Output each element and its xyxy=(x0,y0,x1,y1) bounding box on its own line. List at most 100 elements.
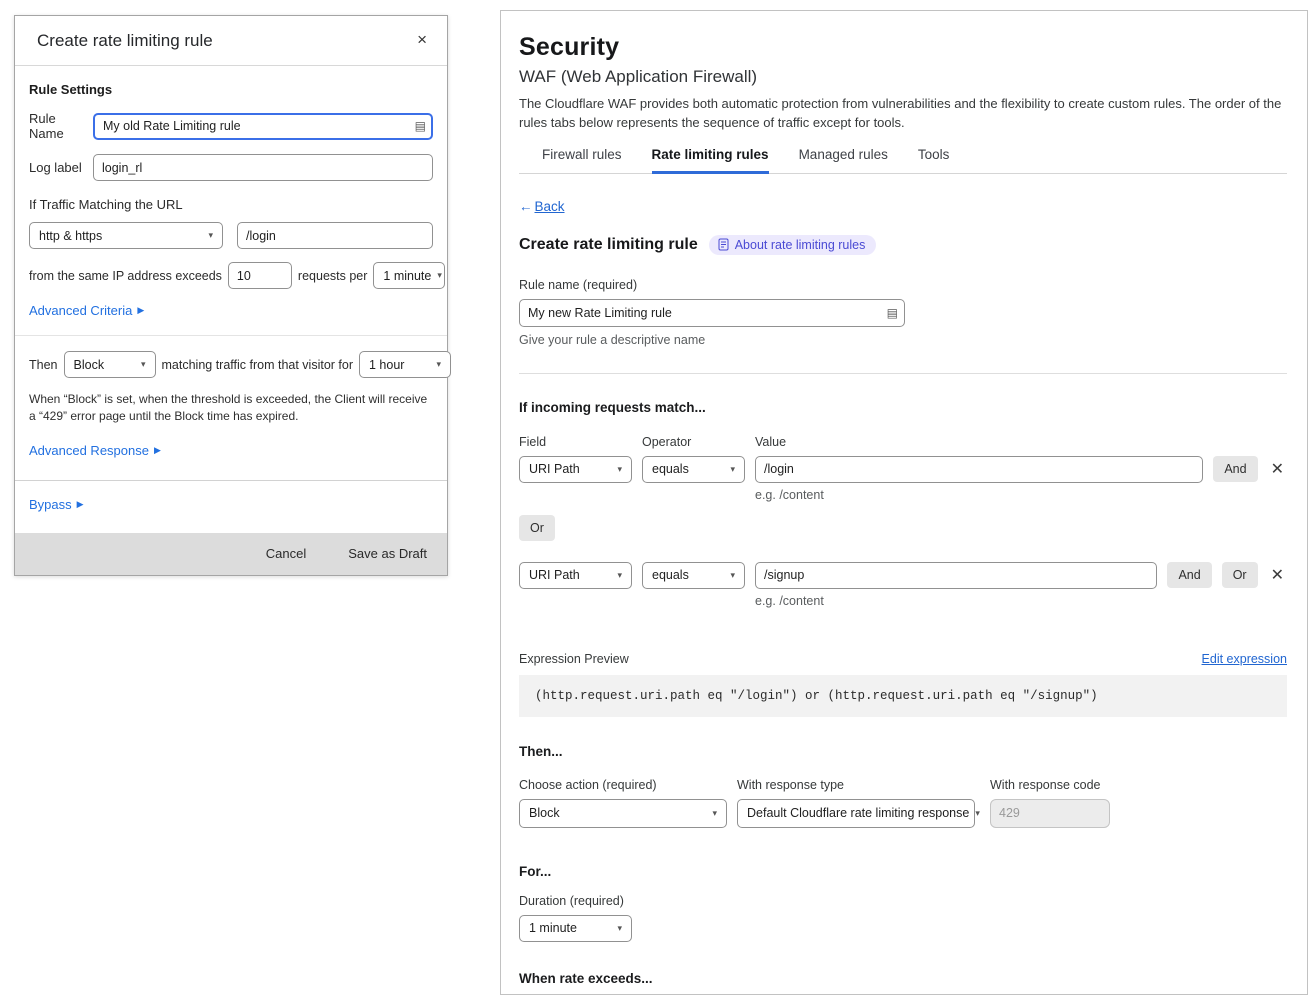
then-row: Then Block ▾ matching traffic from that … xyxy=(29,351,433,378)
value-input[interactable] xyxy=(755,456,1203,483)
waf-tabs: Firewall rules Rate limiting rules Manag… xyxy=(519,147,1287,174)
save-as-draft-button[interactable]: Save as Draft xyxy=(348,546,427,561)
then-controls-row: Block ▾ Default Cloudflare rate limiting… xyxy=(519,799,1287,828)
or-button[interactable]: Or xyxy=(1222,562,1258,588)
block-duration-select[interactable]: 1 hour ▾ xyxy=(359,351,451,378)
chevron-down-icon: ▾ xyxy=(617,570,622,581)
cancel-button[interactable]: Cancel xyxy=(266,546,306,561)
condition-column-labels: Field Operator Value xyxy=(519,435,1287,449)
chevron-down-icon: ▾ xyxy=(437,270,442,281)
autofill-extension-icon[interactable]: ▤ xyxy=(415,120,426,132)
expression-preview-row: Expression Preview Edit expression xyxy=(519,652,1287,666)
chevron-down-icon: ▾ xyxy=(436,359,441,370)
advanced-response-link[interactable]: Advanced Response ▶ xyxy=(29,443,161,458)
chevron-down-icon: ▾ xyxy=(617,464,622,475)
advanced-criteria-link[interactable]: Advanced Criteria ▶ xyxy=(29,303,144,318)
page-subtitle: WAF (Web Application Firewall) xyxy=(519,67,1287,87)
response-type-label: With response type xyxy=(737,778,990,792)
rule-name-label: Rule Name xyxy=(29,111,93,141)
divider xyxy=(519,373,1287,374)
condition-row: URI Path ▾ equals ▾ And Or ✕ xyxy=(519,562,1287,589)
period-select[interactable]: 1 minute ▾ xyxy=(373,262,445,289)
field-select[interactable]: URI Path ▾ xyxy=(519,562,632,589)
field-select[interactable]: URI Path ▾ xyxy=(519,456,632,483)
operator-select[interactable]: equals ▾ xyxy=(642,456,745,483)
tab-firewall-rules[interactable]: Firewall rules xyxy=(542,147,622,174)
divider xyxy=(15,335,447,336)
response-code-label: With response code xyxy=(990,778,1100,792)
tab-managed-rules[interactable]: Managed rules xyxy=(799,147,888,174)
chevron-down-icon: ▾ xyxy=(975,808,980,819)
log-label-label: Log label xyxy=(29,160,93,175)
form-heading-row: Create rate limiting rule About rate lim… xyxy=(519,235,1287,255)
url-input[interactable] xyxy=(237,222,433,249)
then-label: Then xyxy=(29,358,58,372)
and-button[interactable]: And xyxy=(1167,562,1211,588)
operator-select[interactable]: equals ▾ xyxy=(642,562,745,589)
value-input[interactable] xyxy=(755,562,1157,589)
action-label: Choose action (required) xyxy=(519,778,737,792)
response-code-input xyxy=(990,799,1110,828)
remove-condition-icon[interactable]: ✕ xyxy=(1268,459,1287,479)
dialog-footer: Cancel Save as Draft xyxy=(15,533,447,575)
and-button[interactable]: And xyxy=(1213,456,1257,482)
rule-name-label: Rule name (required) xyxy=(519,278,1287,292)
match-heading: If incoming requests match... xyxy=(519,400,1287,415)
log-label-row: Log label xyxy=(29,154,433,181)
back-link[interactable]: ← Back xyxy=(519,199,565,214)
action-select[interactable]: Block ▾ xyxy=(519,799,727,828)
bypass-link[interactable]: Bypass ▶ xyxy=(29,497,84,512)
autofill-extension-icon[interactable]: ▤ xyxy=(887,307,898,319)
remove-condition-icon[interactable]: ✕ xyxy=(1268,565,1287,585)
caret-right-icon: ▶ xyxy=(137,305,144,316)
duration-select[interactable]: 1 minute ▾ xyxy=(519,915,632,942)
arrow-left-icon: ← xyxy=(519,199,533,214)
value-helper: e.g. /content xyxy=(755,488,1287,502)
tab-rate-limiting-rules[interactable]: Rate limiting rules xyxy=(652,147,769,174)
page-title: Security xyxy=(519,33,1287,62)
log-label-input[interactable] xyxy=(93,154,433,181)
for-heading: For... xyxy=(519,864,1287,879)
rule-name-input[interactable] xyxy=(93,113,433,140)
expression-preview-label: Expression Preview xyxy=(519,652,629,666)
then-labels-row: Choose action (required) With response t… xyxy=(519,778,1287,792)
rate-heading: When rate exceeds... xyxy=(519,971,1287,986)
response-type-select[interactable]: Default Cloudflare rate limiting respons… xyxy=(737,799,975,828)
scheme-select[interactable]: http & https ▾ xyxy=(29,222,223,249)
url-match-row: http & https ▾ xyxy=(29,222,433,249)
value-helper: e.g. /content xyxy=(755,594,1287,608)
requests-count-input[interactable] xyxy=(228,262,292,289)
chevron-down-icon: ▾ xyxy=(141,359,146,370)
dialog-header: Create rate limiting rule × xyxy=(15,16,447,66)
rule-settings-heading: Rule Settings xyxy=(29,82,433,97)
chevron-down-icon: ▾ xyxy=(730,570,735,581)
exceeds-text: from the same IP address exceeds xyxy=(29,269,222,283)
condition-row: URI Path ▾ equals ▾ And ✕ xyxy=(519,456,1287,483)
operator-column-label: Operator xyxy=(642,435,745,449)
tab-tools[interactable]: Tools xyxy=(918,147,950,174)
close-icon[interactable]: × xyxy=(417,31,427,48)
duration-label: Duration (required) xyxy=(519,894,1287,908)
dialog-title: Create rate limiting rule xyxy=(37,31,213,51)
or-button[interactable]: Or xyxy=(519,515,555,541)
chevron-down-icon: ▾ xyxy=(617,923,622,934)
security-waf-panel: Security WAF (Web Application Firewall) … xyxy=(500,10,1308,995)
then-middle-text: matching traffic from that visitor for xyxy=(162,358,354,372)
rule-name-helper: Give your rule a descriptive name xyxy=(519,333,1287,347)
rule-name-input[interactable] xyxy=(519,299,905,327)
action-select[interactable]: Block ▾ xyxy=(64,351,156,378)
block-note-text: When “Block” is set, when the threshold … xyxy=(29,391,433,426)
bypass-section: Bypass ▶ xyxy=(15,481,447,533)
traffic-match-heading: If Traffic Matching the URL xyxy=(29,197,433,212)
then-heading: Then... xyxy=(519,744,1287,759)
edit-expression-link[interactable]: Edit expression xyxy=(1202,652,1287,666)
requests-per-text: requests per xyxy=(298,269,367,283)
dialog-body: Rule Settings Rule Name ▤ Log label If T… xyxy=(15,66,447,480)
field-column-label: Field xyxy=(519,435,632,449)
legacy-rate-limit-dialog: Create rate limiting rule × Rule Setting… xyxy=(14,15,448,576)
rule-name-row: Rule Name ▤ xyxy=(29,111,433,141)
page-description: The Cloudflare WAF provides both automat… xyxy=(519,95,1287,133)
about-rate-limiting-link[interactable]: About rate limiting rules xyxy=(709,235,877,255)
caret-right-icon: ▶ xyxy=(77,499,84,510)
chevron-down-icon: ▾ xyxy=(712,808,717,819)
